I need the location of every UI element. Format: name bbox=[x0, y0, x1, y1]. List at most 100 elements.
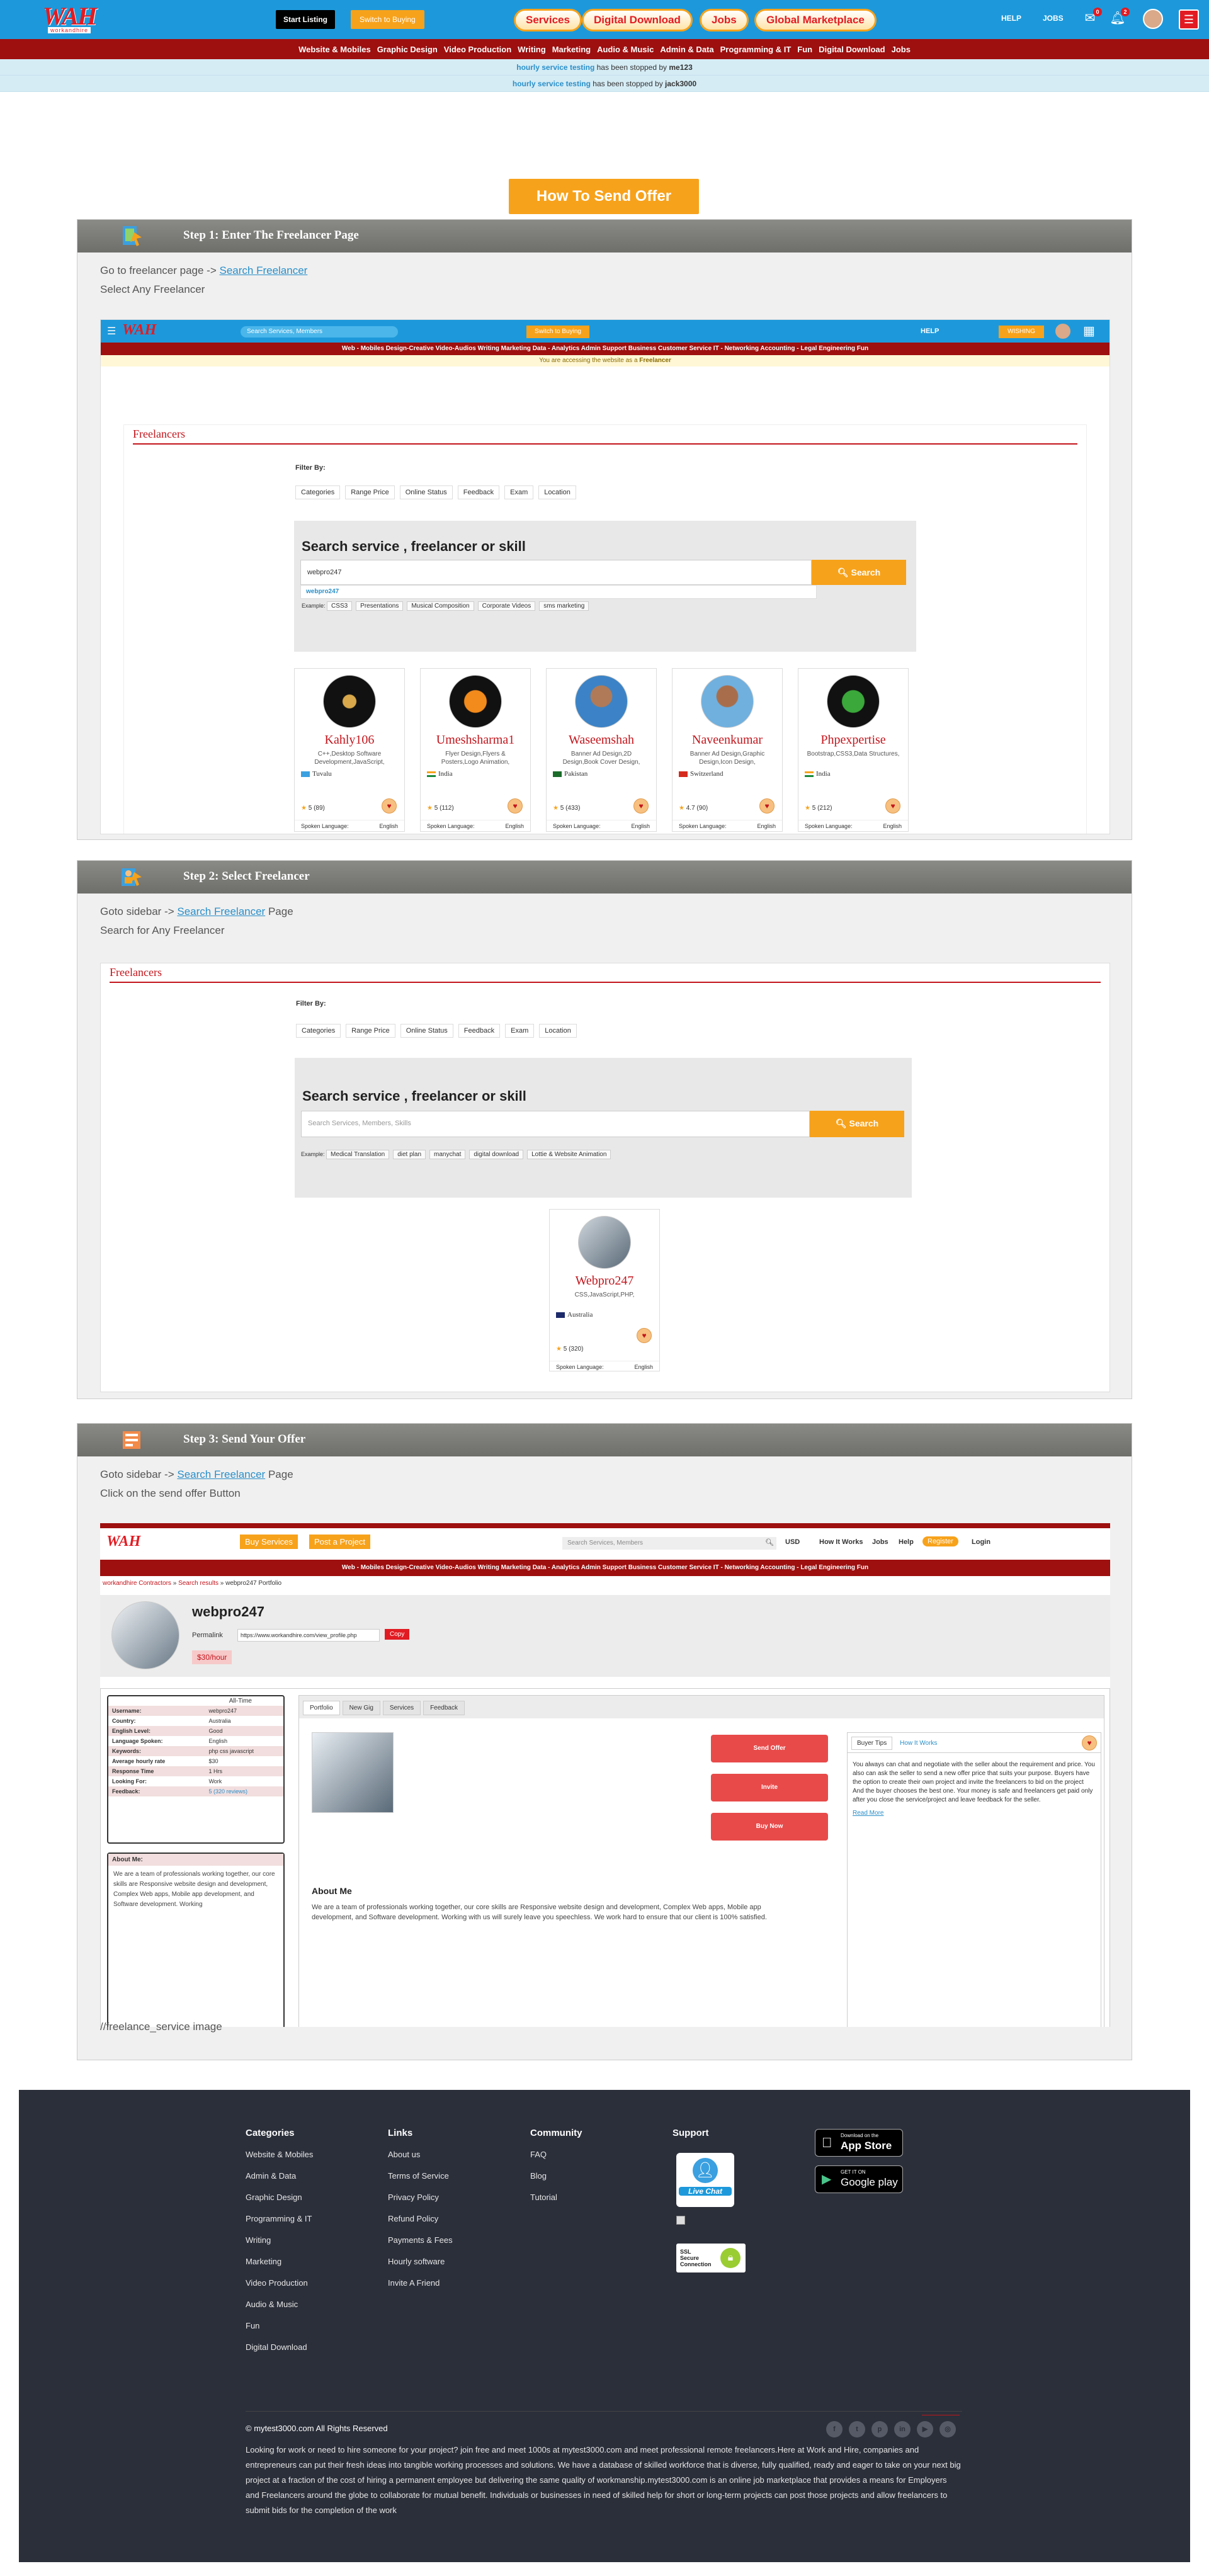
category-link[interactable]: Website & Mobiles bbox=[295, 45, 374, 54]
category-link[interactable]: Admin & Data bbox=[657, 45, 717, 54]
buy-services-button[interactable]: Buy Services bbox=[240, 1535, 298, 1549]
filter-select[interactable]: Exam bbox=[505, 1024, 535, 1038]
footer-link[interactable]: Fun bbox=[246, 2321, 313, 2330]
notice-service-link[interactable]: hourly service testing bbox=[513, 79, 591, 88]
category-link[interactable]: Jobs bbox=[888, 45, 914, 54]
freelancer-name[interactable]: Webpro247 bbox=[550, 1274, 659, 1288]
search-button[interactable]: 🔍︎ Search bbox=[812, 560, 906, 585]
tab-buyer-tips[interactable]: Buyer Tips bbox=[851, 1737, 893, 1750]
heart-icon[interactable]: ♥ bbox=[637, 1328, 652, 1343]
breadcrumb-link[interactable]: workandhire Contractors bbox=[103, 1580, 171, 1587]
autocomplete-suggestion[interactable]: webpro247 bbox=[300, 585, 817, 599]
app-store-button[interactable]:  Download on the App Store bbox=[815, 2129, 903, 2157]
shot-menu-icon[interactable]: ☰ bbox=[107, 325, 116, 338]
shot-help-link[interactable]: HELP bbox=[921, 327, 939, 335]
login-link[interactable]: Login bbox=[972, 1538, 990, 1546]
help-link[interactable]: HELP bbox=[1001, 14, 1021, 23]
category-link[interactable]: Graphic Design bbox=[374, 45, 441, 54]
copy-button[interactable]: Copy bbox=[385, 1629, 410, 1640]
category-link[interactable]: Marketing bbox=[549, 45, 594, 54]
heart-icon[interactable]: ♥ bbox=[508, 798, 523, 814]
search-button[interactable]: 🔍︎ Search bbox=[810, 1111, 904, 1137]
footer-link[interactable]: Video Production bbox=[246, 2278, 313, 2288]
category-link[interactable]: Digital Download bbox=[815, 45, 888, 54]
freelancer-card[interactable]: Umeshsharma1 Flyer Design,Flyers & Poste… bbox=[420, 668, 531, 832]
heart-icon[interactable]: ♥ bbox=[633, 798, 649, 814]
chip[interactable]: diet plan bbox=[393, 1150, 426, 1159]
chip[interactable]: Medical Translation bbox=[326, 1150, 390, 1159]
chip[interactable]: CSS3 bbox=[327, 601, 353, 611]
search-freelancer-link[interactable]: Search Freelancer bbox=[219, 264, 307, 276]
heart-icon[interactable]: ♥ bbox=[759, 798, 775, 814]
send-offer-button[interactable]: Send Offer bbox=[711, 1735, 828, 1762]
footer-link[interactable]: Hourly software bbox=[388, 2257, 453, 2266]
freelancer-name[interactable]: Kahly106 bbox=[295, 733, 404, 747]
freelancer-card[interactable]: Kahly106 C++,Desktop Software Developmen… bbox=[294, 668, 405, 832]
footer-link[interactable]: Payments & Fees bbox=[388, 2235, 453, 2245]
footer-link[interactable]: About us bbox=[388, 2150, 453, 2159]
shot-search-icon[interactable]: 🔍︎ bbox=[765, 1538, 774, 1546]
footer-link[interactable]: Terms of Service bbox=[388, 2171, 453, 2181]
footer-link[interactable]: Website & Mobiles bbox=[246, 2150, 313, 2159]
chip[interactable]: Lottie & Website Animation bbox=[527, 1150, 611, 1159]
tab-services[interactable]: Services bbox=[382, 1701, 421, 1715]
chip[interactable]: Musical Composition bbox=[407, 601, 474, 611]
services-pill[interactable]: Services bbox=[514, 9, 582, 31]
jobs-link[interactable]: JOBS bbox=[1043, 14, 1064, 23]
search-freelancer-link[interactable]: Search Freelancer bbox=[177, 905, 265, 917]
shot-grid-icon[interactable]: ▦ bbox=[1083, 324, 1099, 339]
search-input[interactable]: Search Services, Members, Skills bbox=[301, 1111, 810, 1137]
tab-portfolio[interactable]: Portfolio bbox=[303, 1701, 340, 1715]
global-marketplace-pill[interactable]: Global Marketplace bbox=[754, 9, 877, 31]
currency-select[interactable]: USD bbox=[785, 1538, 800, 1546]
instagram-icon[interactable]: ◎ bbox=[939, 2421, 956, 2437]
filter-select[interactable]: Range Price bbox=[346, 1024, 395, 1038]
chip[interactable]: manychat bbox=[429, 1150, 466, 1159]
shot-search-input[interactable]: Search Services, Members bbox=[241, 326, 398, 338]
freelancer-name[interactable]: Umeshsharma1 bbox=[421, 733, 530, 747]
filter-select[interactable]: Online Status bbox=[400, 1024, 453, 1038]
shot-wishing-button[interactable]: WISHING bbox=[999, 326, 1044, 338]
category-link[interactable]: Fun bbox=[794, 45, 815, 54]
portfolio-thumbnail[interactable] bbox=[312, 1732, 394, 1813]
invite-button[interactable]: Invite bbox=[711, 1774, 828, 1801]
register-button[interactable]: Register bbox=[922, 1536, 958, 1546]
freelancer-card[interactable]: Naveenkumar Banner Ad Design,Graphic Des… bbox=[672, 668, 783, 832]
linkedin-icon[interactable]: in bbox=[894, 2421, 911, 2437]
help-link[interactable]: Help bbox=[899, 1538, 914, 1546]
shot-logo[interactable]: WAH bbox=[106, 1533, 140, 1550]
heart-icon[interactable]: ♥ bbox=[885, 798, 900, 814]
shot-avatar[interactable] bbox=[1055, 324, 1070, 339]
freelancer-name[interactable]: Phpexpertise bbox=[798, 733, 908, 747]
footer-link[interactable]: Refund Policy bbox=[388, 2214, 453, 2223]
heart-icon[interactable]: ♥ bbox=[382, 798, 397, 814]
filter-select[interactable]: Exam bbox=[504, 485, 534, 499]
category-link[interactable]: Writing bbox=[514, 45, 549, 54]
switch-to-buying-button[interactable]: Switch to Buying bbox=[351, 10, 424, 29]
footer-link[interactable]: Writing bbox=[246, 2235, 313, 2245]
hamburger-menu-icon[interactable]: ☰ bbox=[1179, 9, 1199, 30]
facebook-icon[interactable]: f bbox=[826, 2421, 843, 2437]
heart-icon[interactable]: ♥ bbox=[1082, 1735, 1097, 1750]
category-link[interactable]: Video Production bbox=[441, 45, 514, 54]
filter-select[interactable]: Feedback bbox=[458, 1024, 501, 1038]
tab-new-gig[interactable]: New Gig bbox=[342, 1701, 380, 1715]
filter-select[interactable]: Categories bbox=[295, 485, 341, 499]
twitter-icon[interactable]: t bbox=[849, 2421, 865, 2437]
freelancer-card[interactable]: Webpro247 CSS,JavaScript,PHP, Australia … bbox=[549, 1209, 660, 1371]
how-it-works-link[interactable]: How It Works bbox=[819, 1538, 863, 1546]
shot-search-input[interactable]: Search Services, Members bbox=[562, 1537, 776, 1550]
buy-now-button[interactable]: Buy Now bbox=[711, 1813, 828, 1841]
jobs-link[interactable]: Jobs bbox=[872, 1538, 888, 1546]
pinterest-icon[interactable]: p bbox=[871, 2421, 888, 2437]
youtube-icon[interactable]: ▶ bbox=[917, 2421, 933, 2437]
google-play-button[interactable]: ▶ GET IT ON Google play bbox=[815, 2165, 903, 2193]
category-link[interactable]: Audio & Music bbox=[594, 45, 657, 54]
freelancer-name[interactable]: Waseemshah bbox=[547, 733, 656, 747]
start-listing-button[interactable]: Start Listing bbox=[276, 10, 336, 29]
notice-service-link[interactable]: hourly service testing bbox=[516, 63, 594, 72]
info-value[interactable]: 5 (320 reviews) bbox=[208, 1786, 283, 1796]
read-more-link[interactable]: Read More bbox=[848, 1807, 1101, 1819]
footer-link[interactable]: Privacy Policy bbox=[388, 2193, 453, 2202]
shot-switch-button[interactable]: Switch to Buying bbox=[526, 326, 589, 338]
